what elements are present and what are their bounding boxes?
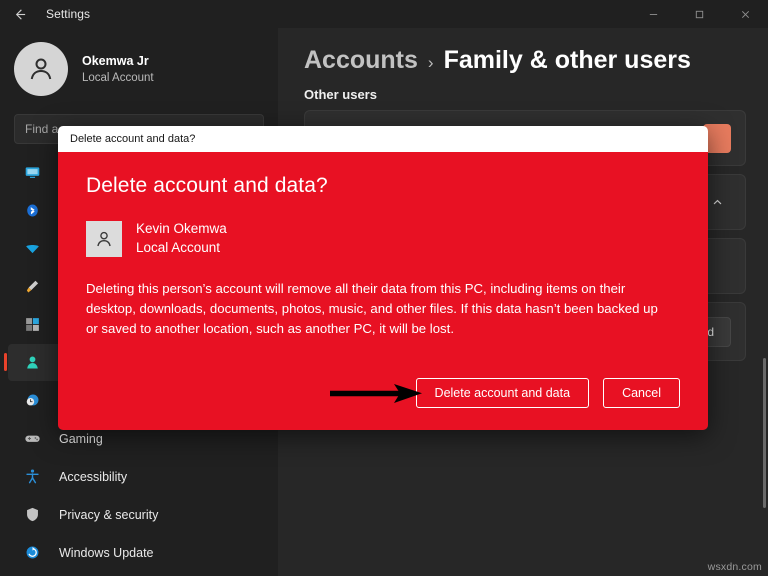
window-controls [630, 0, 768, 28]
content-scrollbar[interactable] [763, 358, 766, 508]
sidebar-item-label: Privacy & security [59, 508, 158, 522]
window-titlebar: Settings [0, 0, 768, 28]
profile-subtitle: Local Account [82, 71, 154, 86]
accessibility-person-icon [22, 467, 42, 487]
paintbrush-icon [22, 277, 42, 297]
dialog-titlebar: Delete account and data? [58, 126, 708, 152]
dialog-user-name: Kevin Okemwa [136, 220, 227, 239]
clock-globe-icon [22, 391, 42, 411]
sidebar-item-label: Gaming [59, 432, 103, 446]
dialog-user-block: Kevin Okemwa Local Account [86, 220, 680, 257]
sidebar-item-accessibility[interactable]: Accessibility [8, 458, 270, 495]
wifi-icon [22, 239, 42, 259]
search-placeholder: Find a [25, 122, 58, 136]
dialog-heading: Delete account and data? [86, 174, 680, 198]
breadcrumb: Accounts › Family & other users [278, 28, 768, 75]
delete-account-and-data-button[interactable]: Delete account and data [416, 378, 590, 408]
avatar [86, 221, 122, 257]
dialog-user-text: Kevin Okemwa Local Account [136, 220, 227, 257]
avatar [14, 42, 68, 96]
sidebar-item-windows-update[interactable]: Windows Update [8, 534, 270, 571]
page-title: Family & other users [444, 46, 691, 75]
maximize-icon[interactable] [676, 0, 722, 28]
close-icon[interactable] [722, 0, 768, 28]
minimize-icon[interactable] [630, 0, 676, 28]
dialog-user-subtitle: Local Account [136, 239, 227, 258]
gamepad-icon [22, 429, 42, 449]
watermark: wsxdn.com [708, 561, 762, 573]
sidebar-item-label: Windows Update [59, 546, 154, 560]
dialog-description: Deleting this person’s account will remo… [86, 279, 666, 339]
sidebar-item-privacy-security[interactable]: Privacy & security [8, 496, 270, 533]
app-title: Settings [46, 7, 90, 21]
dialog-body: Delete account and data? Kevin Okemwa Lo… [58, 152, 708, 430]
system-monitor-icon [22, 163, 42, 183]
settings-window: Settings Okemwa Jr Local Acc [0, 0, 768, 576]
profile-text: Okemwa Jr Local Account [82, 53, 154, 86]
back-arrow-icon[interactable] [0, 0, 38, 28]
apps-grid-icon [22, 315, 42, 335]
dialog-actions: Delete account and data Cancel [416, 378, 680, 408]
windows-update-icon [22, 543, 42, 563]
profile-block[interactable]: Okemwa Jr Local Account [0, 28, 278, 106]
accounts-person-icon [22, 353, 42, 373]
sidebar-item-label: Accessibility [59, 470, 127, 484]
dialog-window-title: Delete account and data? [70, 133, 195, 145]
breadcrumb-parent[interactable]: Accounts [304, 46, 418, 75]
chevron-right-icon: › [428, 53, 434, 73]
profile-name: Okemwa Jr [82, 53, 154, 69]
delete-account-dialog: Delete account and data? Delete account … [58, 126, 708, 430]
shield-icon [22, 505, 42, 525]
cancel-button[interactable]: Cancel [603, 378, 680, 408]
section-heading-other-users: Other users [278, 75, 768, 102]
bluetooth-icon [22, 201, 42, 221]
